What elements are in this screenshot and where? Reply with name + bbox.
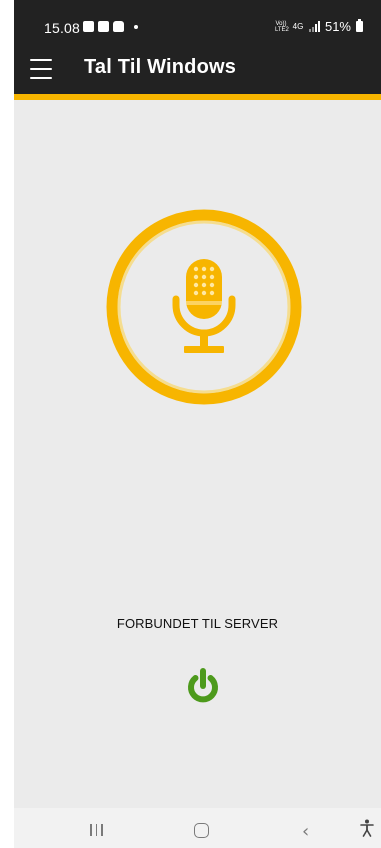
more-notifications-dot-icon [134,24,138,29]
power-button[interactable] [183,666,223,706]
notification-icons [83,21,138,32]
signal-strength-icon [308,21,320,32]
gallery-icon [98,21,109,32]
home-icon[interactable] [194,823,209,838]
volte-label: Vo)) LTE2 [274,20,289,33]
recents-icon[interactable] [90,824,103,836]
notification-app-icon [83,21,94,32]
app-screen: 15.08 Vo)) LTE2 4G 51% Tal Til Windows F… [14,0,381,848]
status-right: Vo)) LTE2 4G 51% [275,19,363,34]
app-title: Tal Til Windows [84,56,237,78]
back-icon[interactable]: ‹ [302,821,309,842]
status-time: 15.08 [44,20,81,36]
shopping-bag-icon [113,21,124,32]
connection-status: FORBUNDET TIL SERVER [116,616,279,631]
accessibility-icon[interactable] [360,819,374,842]
network-type: 4G [292,21,304,31]
status-bar: 15.08 Vo)) LTE2 4G 51% [14,0,381,44]
battery-percent: 51% [324,19,351,34]
microphone-icon [106,209,302,405]
microphone-button[interactable] [104,207,304,407]
power-icon [188,668,218,703]
battery-icon [356,19,363,32]
app-bar: Tal Til Windows [14,44,381,100]
hamburger-menu-icon[interactable] [30,59,52,79]
system-nav-bar: ‹ [14,808,381,848]
